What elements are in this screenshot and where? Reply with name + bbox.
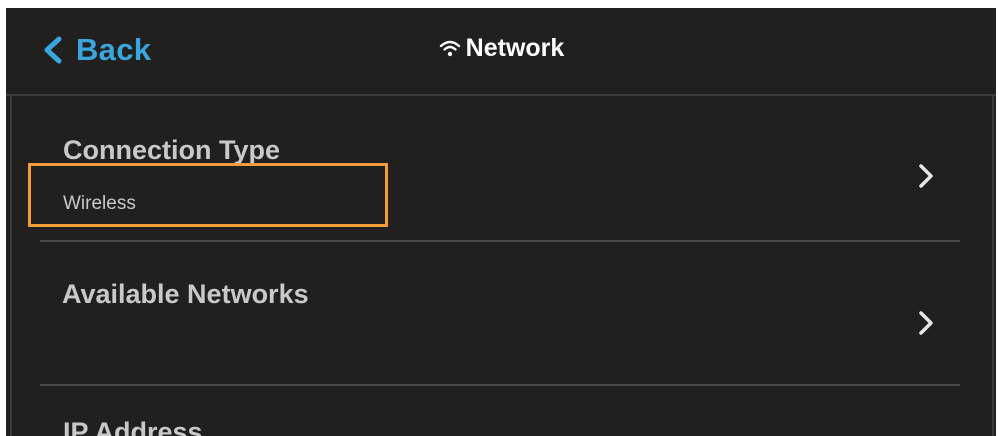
divider	[40, 384, 960, 386]
settings-list: Connection Type Wireless Available Netwo…	[10, 96, 994, 436]
header-bar: Back Network	[6, 8, 996, 96]
connection-type-value: Wireless	[63, 193, 136, 214]
chevron-right-icon	[919, 164, 933, 188]
available-networks-label: Available Networks	[62, 279, 309, 309]
network-screen: Back Network Connection Type Wireless Av…	[6, 8, 996, 436]
ip-address-label: IP Address	[63, 417, 203, 436]
available-networks-row[interactable]: Available Networks	[40, 243, 960, 385]
wifi-icon	[439, 40, 460, 57]
connection-type-label: Connection Type	[63, 135, 281, 165]
ip-address-row[interactable]: IP Address	[40, 387, 960, 436]
divider	[40, 240, 960, 242]
chevron-right-icon	[919, 311, 933, 335]
page-title: Network	[6, 32, 996, 64]
connection-type-row[interactable]: Connection Type Wireless	[40, 96, 960, 241]
page-title-label: Network	[465, 33, 565, 62]
